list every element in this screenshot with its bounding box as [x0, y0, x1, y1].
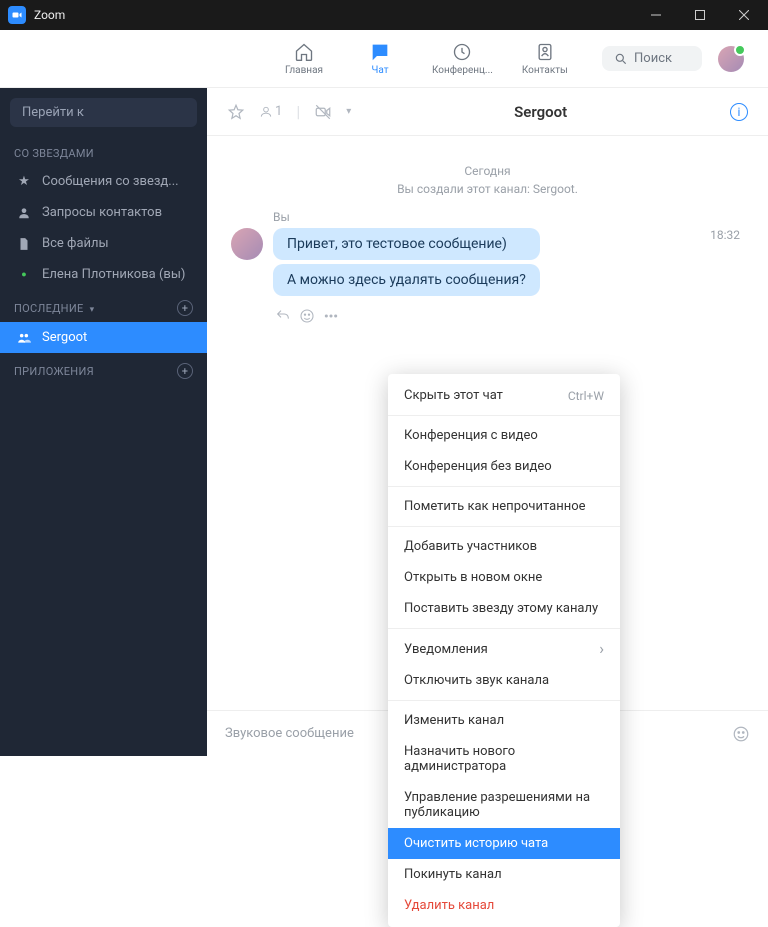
nav-chat[interactable]: Чат: [356, 41, 404, 76]
section-starred-header: СО ЗВЕЗДАМИ: [0, 137, 207, 166]
chevron-right-icon: ›: [599, 641, 604, 657]
window-maximize[interactable]: [678, 0, 722, 30]
message-time: 18:32: [710, 228, 740, 242]
goto-input[interactable]: Перейти к: [10, 98, 197, 127]
app-icon: [8, 6, 26, 24]
clock-icon: [451, 41, 473, 63]
cm-hide-chat[interactable]: Скрыть этот чат Ctrl+W: [388, 380, 620, 411]
star-outline-icon[interactable]: [227, 103, 245, 121]
star-icon: ★: [16, 174, 32, 189]
cm-edit-channel[interactable]: Изменить канал: [388, 705, 620, 736]
cm-delete[interactable]: Удалить канал: [388, 890, 620, 921]
context-menu: Скрыть этот чат Ctrl+W Конференция с вид…: [388, 374, 620, 927]
window-minimize[interactable]: [634, 0, 678, 30]
cm-open-window[interactable]: Открыть в новом окне: [388, 562, 620, 593]
cm-add-members[interactable]: Добавить участников: [388, 531, 620, 562]
cm-assign-admin[interactable]: Назначить нового администратора: [388, 736, 620, 782]
person-icon: [259, 105, 273, 119]
section-apps-header[interactable]: ПРИЛОЖЕНИЯ +: [0, 353, 207, 385]
user-icon: [16, 206, 32, 220]
search-icon: [614, 52, 628, 66]
sidebar-all-files[interactable]: Все файлы: [0, 228, 207, 259]
emoji-icon[interactable]: [732, 725, 750, 743]
system-message: Вы создали этот канал: Sergoot.: [231, 182, 744, 196]
cm-conf-novideo[interactable]: Конференция без видео: [388, 451, 620, 482]
sidebar-contact-requests[interactable]: Запросы контактов: [0, 197, 207, 228]
reply-icon[interactable]: [275, 308, 291, 324]
cm-clear-history[interactable]: Очистить историю чата: [388, 828, 620, 859]
chat-icon: [369, 41, 391, 63]
cm-leave[interactable]: Покинуть канал: [388, 859, 620, 890]
cm-mark-unread[interactable]: Пометить как непрочитанное: [388, 491, 620, 522]
cm-mute[interactable]: Отключить звук канала: [388, 665, 620, 696]
cm-star-channel[interactable]: Поставить звезду этому каналу: [388, 593, 620, 624]
message-bubble: А можно здесь удалять сообщения?: [273, 264, 540, 296]
sidebar-chat-sergoot[interactable]: Sergoot: [0, 322, 207, 353]
cm-conf-video[interactable]: Конференция с видео: [388, 420, 620, 451]
section-recent-header[interactable]: ПОСЛЕДНИЕ ▾ +: [0, 290, 207, 322]
sidebar-self[interactable]: ● Елена Плотникова (вы): [0, 259, 207, 290]
message-avatar: [231, 228, 263, 260]
file-icon: [16, 237, 32, 251]
member-count[interactable]: 1: [259, 104, 282, 119]
contacts-icon: [534, 41, 556, 63]
more-icon[interactable]: [323, 308, 339, 324]
presence-dot-icon: ●: [16, 269, 32, 280]
add-recent-button[interactable]: +: [177, 300, 193, 316]
cm-notifications[interactable]: Уведомления ›: [388, 633, 620, 665]
channel-icon: [16, 331, 32, 345]
info-icon[interactable]: i: [730, 103, 748, 121]
chevron-down-icon[interactable]: ▾: [346, 106, 351, 117]
window-title: Zoom: [34, 8, 634, 22]
window-close[interactable]: [722, 0, 766, 30]
profile-avatar[interactable]: [718, 46, 744, 72]
sidebar-starred-messages[interactable]: ★ Сообщения со звезд...: [0, 166, 207, 197]
nav-contacts[interactable]: Контакты: [521, 41, 569, 76]
chat-title: Sergoot: [365, 103, 716, 121]
nav-home[interactable]: Главная: [280, 41, 328, 76]
nav-conference[interactable]: Конференц...: [432, 41, 493, 76]
video-off-icon[interactable]: [314, 103, 332, 121]
cm-manage-perms[interactable]: Управление разрешениями на публикацию: [388, 782, 620, 828]
react-icon[interactable]: [299, 308, 315, 324]
day-separator: Сегодня: [231, 164, 744, 178]
add-app-button[interactable]: +: [177, 363, 193, 379]
message-bubble: Привет, это тестовое сообщение): [273, 228, 540, 260]
chevron-down-icon: ▾: [90, 305, 95, 315]
search-input[interactable]: Поиск: [602, 46, 702, 71]
home-icon: [293, 41, 315, 63]
message-author: Вы: [273, 210, 540, 224]
